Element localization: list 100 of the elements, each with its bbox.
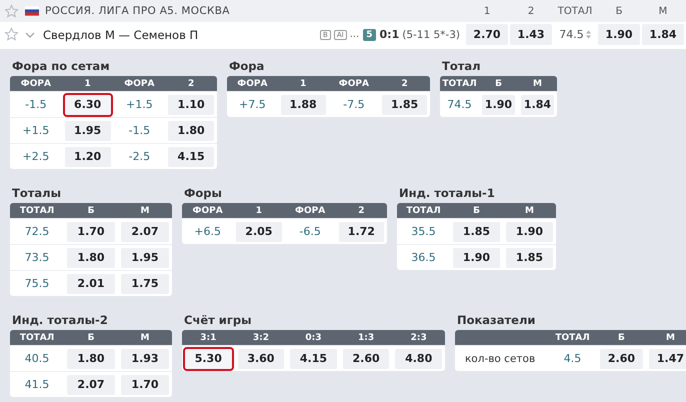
column-header: 1 [83,78,92,88]
odds-button[interactable]: 2.07 [67,374,115,394]
match-score: 0:1 [380,28,400,41]
odds-button[interactable]: 1.80 [67,248,115,268]
line-value: -1.5 [128,124,150,137]
line-value: 35.5 [411,225,436,238]
line-value: +1.5 [22,124,50,137]
column-header: 1:3 [357,332,376,342]
column-header: ТОТАЛ [556,6,594,16]
column-header: Б [472,206,481,216]
odds-button[interactable]: 1.90 [482,94,515,114]
chevron-down-icon[interactable] [25,32,35,38]
line-value: 74.5 [447,98,472,111]
odds-button[interactable]: 2.60 [600,348,643,368]
column-header: М [664,332,676,342]
line-value: -6.5 [299,225,321,238]
flag-icon [25,6,39,16]
odds-button[interactable]: 1.90 [598,24,640,45]
odds-button[interactable]: 1.90 [506,222,553,242]
column-header: 2 [186,78,196,88]
column-header: 2 [357,206,366,216]
odds-button[interactable]: 1.80 [168,120,214,140]
market-title: Тоталы [12,186,62,200]
line-value: +1.5 [126,98,153,111]
line-value: 36.5 [411,251,436,264]
odds-button[interactable]: 1.95 [64,120,110,140]
column-header: 1 [254,206,263,216]
odds-button[interactable]: 2.01 [67,274,115,294]
league-title: РОССИЯ. ЛИГА ПРО А5. МОСКВА [45,5,231,17]
line-value: 41.5 [24,378,50,391]
set-badge: 5 [363,28,376,40]
odds-button[interactable]: 2.07 [121,222,169,242]
column-header: ТОТАЛ [18,206,56,216]
market-title: Фора по сетам [12,59,111,73]
odds-button[interactable]: 1.80 [67,348,115,368]
column-header: ФОРА [236,78,268,88]
column-header: Б [614,6,624,16]
market-title: Счёт игры [184,313,253,327]
column-header: ФОРА [294,206,326,216]
column-header: ТОТАЛ [554,332,591,342]
line-value: 72.5 [24,225,50,238]
column-header: 2 [400,78,409,88]
column-header: М [658,6,668,16]
odds-button[interactable]: 1.84 [642,24,684,45]
line-value: +2.5 [22,150,50,163]
odds-button[interactable]: 1.10 [168,94,214,114]
line-value: 4.5 [564,352,582,365]
sort-icon[interactable] [586,30,591,39]
odds-button[interactable]: 1.85 [453,222,500,242]
column-header: 1 [482,6,492,16]
odds-button[interactable]: 1.70 [121,374,169,394]
odds-button[interactable]: 1.70 [67,222,115,242]
match-players[interactable]: Свердлов М — Семенов П [43,28,320,42]
odds-button[interactable]: 1.85 [382,94,427,114]
column-header: М [524,206,535,216]
column-header: 1 [298,78,308,88]
odds-button[interactable]: 2.70 [466,24,508,45]
line-value: -1.5 [25,98,47,111]
column-header: Б [86,332,96,342]
column-header: Б [617,332,626,342]
market-title: Тотал [442,59,482,73]
odds-button[interactable]: 1.88 [280,94,326,114]
odds-button[interactable]: 1.84 [521,94,554,114]
star-icon[interactable] [4,27,19,42]
column-header: М [140,206,150,216]
line-value: 73.5 [24,251,50,264]
column-header: М [140,332,150,342]
odds-button[interactable]: 1.72 [338,222,384,242]
odds-button[interactable]: 4.15 [290,348,337,368]
odds-button[interactable]: 1.43 [510,24,552,45]
odds-button[interactable]: 1.93 [121,348,169,368]
column-header: ТОТАЛ [405,206,442,216]
odds-button[interactable]: 1.47 [648,348,686,368]
column-header: 2 [526,6,536,16]
column-header: ФОРА [123,78,156,88]
column-header: Б [494,78,503,88]
odds-button[interactable]: 3.60 [238,348,284,368]
column-header: 3:2 [252,332,270,342]
column-header: 2:3 [410,332,428,342]
market-title: Форы [184,186,223,200]
line-value: -2.5 [128,150,150,163]
odds-button[interactable]: 5.30 [185,348,232,368]
odds-button[interactable]: 1.85 [506,248,553,268]
odds-button[interactable]: 1.90 [453,248,500,268]
star-icon[interactable] [4,4,19,18]
odds-button[interactable]: 4.80 [395,348,442,368]
odds-button[interactable]: 2.05 [236,222,282,242]
odds-button[interactable]: 1.95 [121,248,169,268]
column-header: ФОРА [338,78,370,88]
odds-button[interactable]: 1.20 [64,146,110,166]
market-title: Инд. тоталы-1 [399,186,496,200]
odds-button[interactable]: 1.75 [121,274,169,294]
odds-button[interactable]: 2.60 [342,348,390,368]
column-header: 0:3 [304,332,323,342]
column-header: Б [86,206,96,216]
line-value: 40.5 [24,352,50,365]
more-indicator: ... [350,29,360,40]
row-label: кол-во сетов [464,352,536,364]
odds-button[interactable]: 4.15 [168,146,214,166]
odds-button[interactable]: 6.30 [64,94,110,114]
